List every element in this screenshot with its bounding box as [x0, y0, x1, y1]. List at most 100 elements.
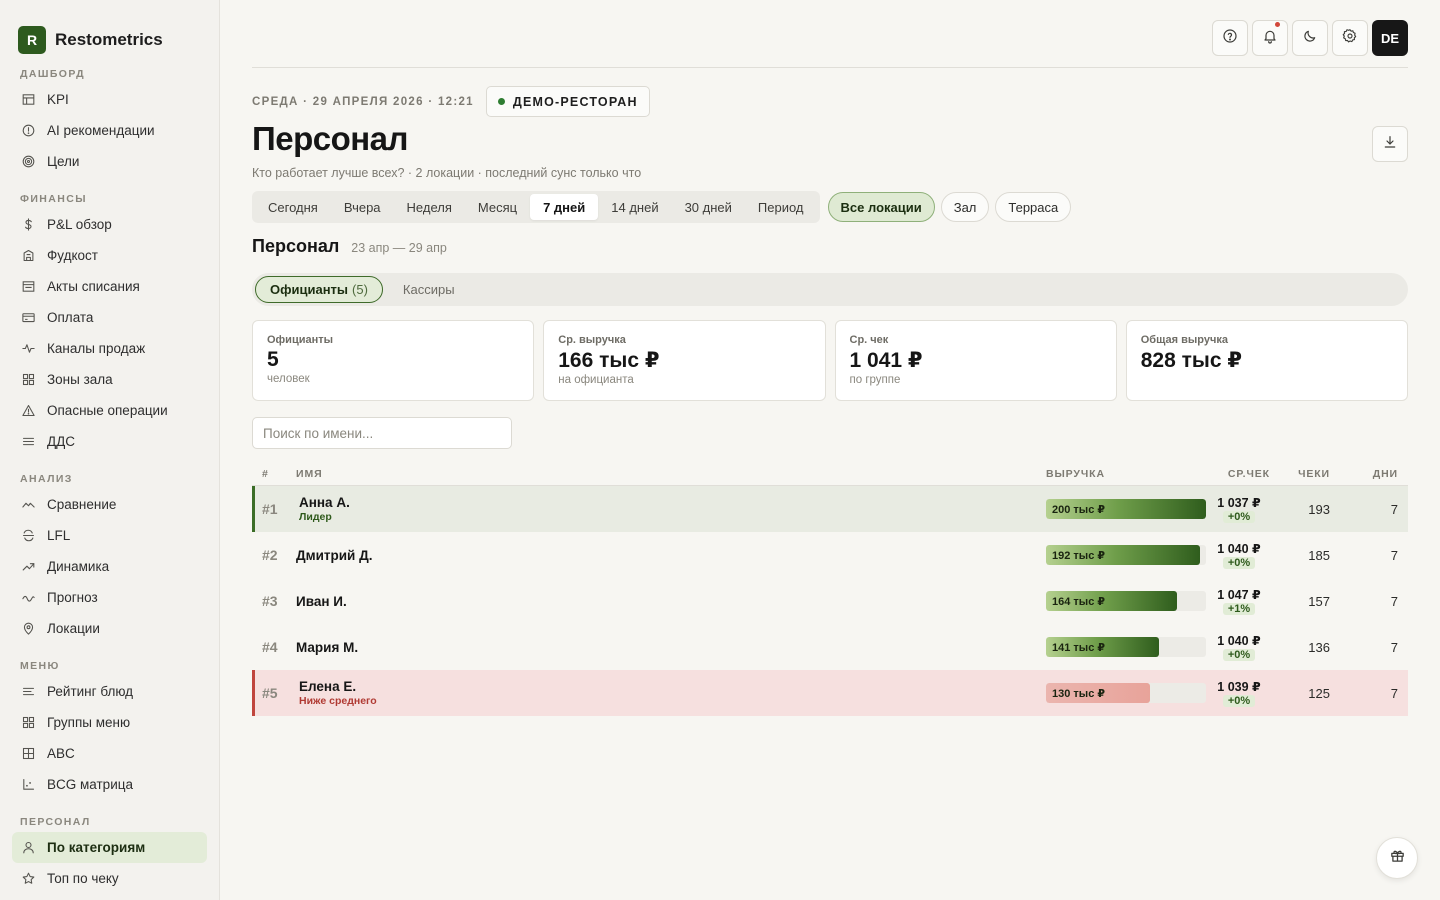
- current-date: СРЕДА · 29 АПРЕЛЯ 2026 · 12:21: [252, 95, 474, 108]
- sidebar-item-abc[interactable]: ABC: [12, 738, 207, 769]
- header-checks[interactable]: ЧЕКИ: [1270, 468, 1340, 480]
- table-row[interactable]: #4 Мария М. 141 тыс ₽ 1 040 ₽ +0% 136 7: [252, 624, 1408, 670]
- help-button[interactable]: [1212, 20, 1248, 56]
- sidebar-item-по-категориям[interactable]: По категориям: [12, 832, 207, 863]
- sidebar-item-label: Оплата: [47, 310, 94, 325]
- revenue-bar: 192 тыс ₽: [1046, 545, 1206, 565]
- table-row[interactable]: #1 Анна А. Лидер 200 тыс ₽ 1 037 ₽ +0% 193 7: [252, 486, 1408, 532]
- sidebar-item-акты-списания[interactable]: Акты списания: [12, 271, 207, 302]
- header-revenue[interactable]: ВЫРУЧКА: [1038, 468, 1208, 480]
- list-box-icon: [20, 279, 36, 295]
- header-avg-check[interactable]: СР.ЧЕК: [1208, 468, 1270, 480]
- table-row[interactable]: #5 Елена Е. Ниже среднего 130 тыс ₽ 1 039 ₽ +…: [252, 670, 1408, 716]
- page-title: Персонал: [252, 120, 409, 157]
- avg-check-value: 1 040 ₽: [1217, 634, 1261, 648]
- sidebar-item-lfl[interactable]: LFL: [12, 520, 207, 551]
- period-14-дней[interactable]: 14 дней: [598, 194, 671, 220]
- divider: [252, 67, 1408, 68]
- employee-tag: Ниже среднего: [299, 695, 377, 707]
- sidebar-item-динамика[interactable]: Динамика: [12, 551, 207, 582]
- avg-check-delta: +0%: [1222, 649, 1256, 661]
- table-row[interactable]: #2 Дмитрий Д. 192 тыс ₽ 1 040 ₽ +0% 185 7: [252, 532, 1408, 578]
- gear-icon: [1342, 28, 1358, 49]
- period-вчера[interactable]: Вчера: [331, 194, 394, 220]
- user-avatar[interactable]: DE: [1372, 20, 1408, 56]
- download-button[interactable]: [1372, 126, 1408, 162]
- checks-count: 157: [1308, 593, 1330, 609]
- location-зал[interactable]: Зал: [940, 192, 990, 222]
- nav-section-title: ФИНАНСЫ: [20, 193, 87, 205]
- sidebar-item-p-l-обзор[interactable]: P&L обзор: [12, 209, 207, 240]
- gift-button[interactable]: [1376, 837, 1418, 879]
- tab-кассиры[interactable]: Кассиры: [389, 276, 469, 303]
- sidebar-item-каналы-продаж[interactable]: Каналы продаж: [12, 333, 207, 364]
- checks-count: 185: [1308, 547, 1330, 563]
- theme-toggle-button[interactable]: [1292, 20, 1328, 56]
- gift-icon: [1389, 847, 1406, 869]
- sidebar-item-bcg-матрица[interactable]: BCG матрица: [12, 769, 207, 800]
- sidebar-item-ддс[interactable]: ДДС: [12, 426, 207, 457]
- tab-официанты[interactable]: Официанты (5): [255, 276, 383, 303]
- restaurant-name: ДЕМО-РЕСТОРАН: [512, 94, 638, 109]
- trend-icon: [20, 497, 36, 513]
- moon-icon: [1302, 28, 1318, 49]
- sidebar-item-прогноз[interactable]: Прогноз: [12, 582, 207, 613]
- period-7-дней[interactable]: 7 дней: [530, 194, 599, 220]
- name-cell: Елена Е. Ниже среднего: [299, 679, 1038, 707]
- app-name: Restometrics: [55, 29, 163, 49]
- nav-section-title: ДАШБОРД: [20, 68, 85, 80]
- section-title: Персонал: [252, 236, 340, 256]
- sidebar-item-фудкост[interactable]: Фудкост: [12, 240, 207, 271]
- alert-circle-icon: [20, 123, 36, 139]
- restaurant-selector[interactable]: ДЕМО-РЕСТОРАН: [485, 86, 650, 117]
- kpi-value: 5: [267, 348, 279, 371]
- period-selector: Сегодня Вчера Неделя Месяц 7 дней 14 дней 30 д…: [252, 191, 820, 223]
- trending-up-icon: [20, 559, 36, 575]
- sidebar-item-топ-по-чеку[interactable]: Топ по чеку: [12, 863, 207, 894]
- sidebar-item-label: AI рекомендации: [47, 123, 155, 138]
- sidebar-item-ai-рекомендации[interactable]: AI рекомендации: [12, 115, 207, 146]
- sidebar-item-label: По категориям: [47, 840, 146, 855]
- table-row[interactable]: #3 Иван И. 164 тыс ₽ 1 047 ₽ +1% 157 7: [252, 578, 1408, 624]
- location-все-локации[interactable]: Все локации: [827, 192, 935, 222]
- map-pin-icon: [20, 621, 36, 637]
- sidebar-item-рейтинг-блюд[interactable]: Рейтинг блюд: [12, 676, 207, 707]
- sidebar-item-оплата[interactable]: Оплата: [12, 302, 207, 333]
- settings-button[interactable]: [1332, 20, 1368, 56]
- date-range: 23 апр — 29 апр: [351, 241, 447, 255]
- grid-icon: [20, 372, 36, 388]
- sidebar-item-цели[interactable]: Цели: [12, 146, 207, 177]
- name-cell: Анна А. Лидер: [299, 495, 1038, 523]
- checks-count: 136: [1308, 639, 1330, 655]
- sidebar-nav: ДАШБОРД KPI AI рекомендации Цели ФИНАНСЫ P&L …: [0, 62, 219, 894]
- period-сегодня[interactable]: Сегодня: [255, 194, 331, 220]
- sidebar-item-опасные-операции[interactable]: Опасные операции: [12, 395, 207, 426]
- nav-section-title: АНАЛИЗ: [20, 473, 73, 485]
- header-name[interactable]: ИМЯ: [296, 468, 1038, 480]
- header-rank[interactable]: #: [252, 468, 296, 480]
- header-days[interactable]: ДНИ: [1340, 468, 1408, 480]
- brand[interactable]: R Restometrics: [0, 0, 219, 62]
- sidebar-item-label: Локации: [47, 621, 100, 636]
- notifications-button[interactable]: [1252, 20, 1288, 56]
- kpi-value: 166 тыс ₽: [558, 349, 660, 372]
- sidebar-item-зоны-зала[interactable]: Зоны зала: [12, 364, 207, 395]
- name-cell: Мария М.: [296, 640, 1038, 655]
- period-месяц[interactable]: Месяц: [465, 194, 530, 220]
- sidebar-item-группы-меню[interactable]: Группы меню: [12, 707, 207, 738]
- search-input[interactable]: [252, 417, 512, 449]
- days-count: 7: [1390, 685, 1398, 701]
- period-неделя[interactable]: Неделя: [394, 194, 465, 220]
- days-count: 7: [1390, 639, 1398, 655]
- table-grid-icon: [20, 746, 36, 762]
- period-период[interactable]: Период: [745, 194, 817, 220]
- sidebar-item-kpi[interactable]: KPI: [12, 84, 207, 115]
- dollar-icon: [20, 217, 36, 233]
- period-30-дней[interactable]: 30 дней: [672, 194, 745, 220]
- nav-section: ДАШБОРД KPI AI рекомендации Цели: [0, 62, 219, 177]
- sidebar-item-локации[interactable]: Локации: [12, 613, 207, 644]
- location-терраса[interactable]: Терраса: [995, 192, 1072, 222]
- sidebar-item-сравнение[interactable]: Сравнение: [12, 489, 207, 520]
